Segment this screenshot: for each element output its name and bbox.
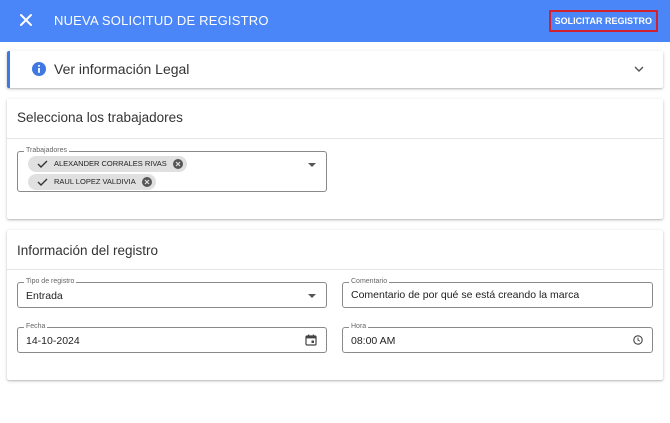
comentario-label: Comentario — [349, 277, 390, 287]
workers-select[interactable]: Trabajadores ALEXANDER CORRALES RIVAS RA… — [17, 146, 327, 192]
comentario-field[interactable]: Comentario Comentario de por qué se está… — [342, 277, 653, 308]
comentario-value: Comentario de por qué se está creando la… — [351, 289, 580, 301]
worker-chip-label: RAUL LOPEZ VALDIVIA — [54, 177, 136, 186]
workers-section: Selecciona los trabajadores Trabajadores… — [7, 99, 663, 219]
calendar-icon[interactable] — [305, 334, 317, 346]
hora-value: 08:00 AM — [351, 335, 396, 347]
chevron-down-icon[interactable] — [633, 64, 645, 74]
divider — [7, 269, 663, 270]
fecha-value: 14-10-2024 — [26, 335, 80, 347]
solicitar-registro-button[interactable]: SOLICITAR REGISTRO — [548, 10, 658, 32]
registro-section: Información del registro Tipo de registr… — [7, 230, 663, 380]
dropdown-arrow-icon[interactable] — [308, 294, 316, 298]
tipo-registro-label: Tipo de registro — [24, 277, 77, 287]
info-icon — [32, 62, 46, 76]
top-app-bar: NUEVA SOLICITUD DE REGISTRO SOLICITAR RE… — [0, 0, 670, 42]
hora-field[interactable]: Hora 08:00 AM — [342, 322, 653, 353]
tipo-registro-value: Entrada — [26, 290, 63, 302]
hora-label: Hora — [349, 322, 369, 332]
worker-chip: ALEXANDER CORRALES RIVAS — [28, 156, 187, 172]
page-title: NUEVA SOLICITUD DE REGISTRO — [54, 13, 269, 28]
worker-chip: RAUL LOPEZ VALDIVIA — [28, 174, 156, 190]
dropdown-arrow-icon[interactable] — [308, 163, 316, 167]
workers-field-label: Trabajadores — [24, 146, 69, 156]
close-icon[interactable] — [16, 10, 36, 30]
worker-chip-label: ALEXANDER CORRALES RIVAS — [54, 159, 167, 168]
remove-chip-icon[interactable] — [172, 159, 183, 169]
workers-section-title: Selecciona los trabajadores — [17, 110, 183, 125]
legal-info-panel[interactable]: Ver información Legal — [7, 51, 663, 88]
fecha-field[interactable]: Fecha 14-10-2024 — [17, 322, 327, 353]
clock-icon[interactable] — [633, 335, 643, 345]
fecha-label: Fecha — [24, 322, 48, 332]
check-icon — [37, 178, 48, 186]
remove-chip-icon[interactable] — [141, 177, 152, 187]
divider — [7, 138, 663, 139]
legal-info-label: Ver información Legal — [54, 61, 190, 77]
registro-section-title: Información del registro — [17, 243, 159, 258]
tipo-registro-select[interactable]: Tipo de registro Entrada — [17, 277, 327, 308]
check-icon — [37, 160, 48, 168]
